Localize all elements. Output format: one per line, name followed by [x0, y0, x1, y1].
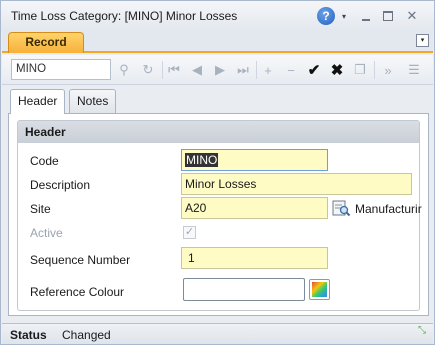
window-title: Time Loss Category: [MINO] Minor Losses	[11, 9, 238, 23]
list-icon[interactable]: ☰	[405, 60, 423, 80]
toolbar-divider	[162, 61, 163, 79]
sequence-number-label: Sequence Number	[30, 253, 131, 267]
next-record-icon[interactable]: ▶	[211, 60, 229, 80]
tab-header[interactable]: Header	[10, 89, 66, 114]
code-value: MINO	[185, 153, 219, 167]
window-menu-caret-icon[interactable]: ▾	[339, 7, 349, 25]
code-label: Code	[30, 154, 59, 168]
last-record-icon[interactable]: ⏭	[234, 60, 252, 80]
toolbar-divider	[374, 61, 375, 79]
colour-swatch	[312, 282, 327, 297]
record-toolbar: MINO ⚲ ↻ ⏮ ◀ ▶ ⏭ + − ✔ ✖ ❐ » ☰	[2, 55, 433, 85]
cancel-icon[interactable]: ✖	[328, 60, 346, 80]
save-check-icon[interactable]: ✔	[305, 60, 323, 80]
active-label: Active	[30, 226, 63, 240]
colour-picker-icon[interactable]	[309, 279, 330, 300]
resize-grip-icon[interactable]: ⤡	[415, 326, 429, 341]
previous-record-icon[interactable]: ◀	[188, 60, 206, 80]
site-label: Site	[30, 202, 51, 216]
active-checkbox[interactable]: ✓	[183, 226, 196, 239]
copy-icon[interactable]: ❐	[351, 60, 369, 80]
title-bar: Time Loss Category: [MINO] Minor Losses …	[1, 1, 434, 31]
refresh-icon[interactable]: ↻	[139, 60, 157, 80]
description-label: Description	[30, 178, 91, 192]
reference-colour-field[interactable]	[183, 278, 305, 301]
status-label: Status	[10, 328, 47, 342]
sequence-number-field[interactable]: 1	[181, 247, 328, 269]
tab-notes[interactable]: Notes	[69, 89, 117, 113]
record-tab-strip: Record ▾	[2, 31, 433, 53]
close-icon[interactable]: ✕	[405, 7, 419, 25]
site-lookup-description: Manufacturir	[355, 202, 422, 216]
collapse-chevron-icon[interactable]: ▾	[416, 34, 429, 47]
minimize-icon[interactable]	[359, 7, 373, 25]
reference-colour-label: Reference Colour	[30, 285, 125, 299]
site-lookup-icon[interactable]	[331, 198, 351, 218]
help-icon[interactable]: ?	[317, 7, 335, 25]
remove-icon[interactable]: −	[282, 60, 300, 80]
collapse-panel-icon[interactable]: »	[379, 60, 397, 80]
code-field[interactable]: MINO	[181, 149, 328, 171]
add-icon[interactable]: +	[259, 60, 277, 80]
record-window: Time Loss Category: [MINO] Minor Losses …	[0, 0, 435, 345]
search-icon[interactable]: ⚲	[115, 60, 133, 80]
tab-panel: Header Code MINO Description Minor Losse…	[8, 113, 429, 316]
record-search-input[interactable]: MINO	[11, 59, 111, 80]
record-content: Header Notes Header Code MINO Descriptio…	[2, 86, 433, 322]
header-group: Header Code MINO Description Minor Losse…	[17, 120, 422, 311]
site-field[interactable]: A20	[181, 197, 328, 219]
status-bar: Status Changed ⤡	[2, 323, 433, 344]
first-record-icon[interactable]: ⏮	[165, 60, 183, 80]
maximize-icon[interactable]	[381, 7, 395, 25]
status-value: Changed	[62, 328, 111, 342]
description-field[interactable]: Minor Losses	[181, 173, 412, 195]
toolbar-divider	[256, 61, 257, 79]
group-title: Header	[18, 121, 419, 143]
record-tab[interactable]: Record	[8, 32, 84, 53]
